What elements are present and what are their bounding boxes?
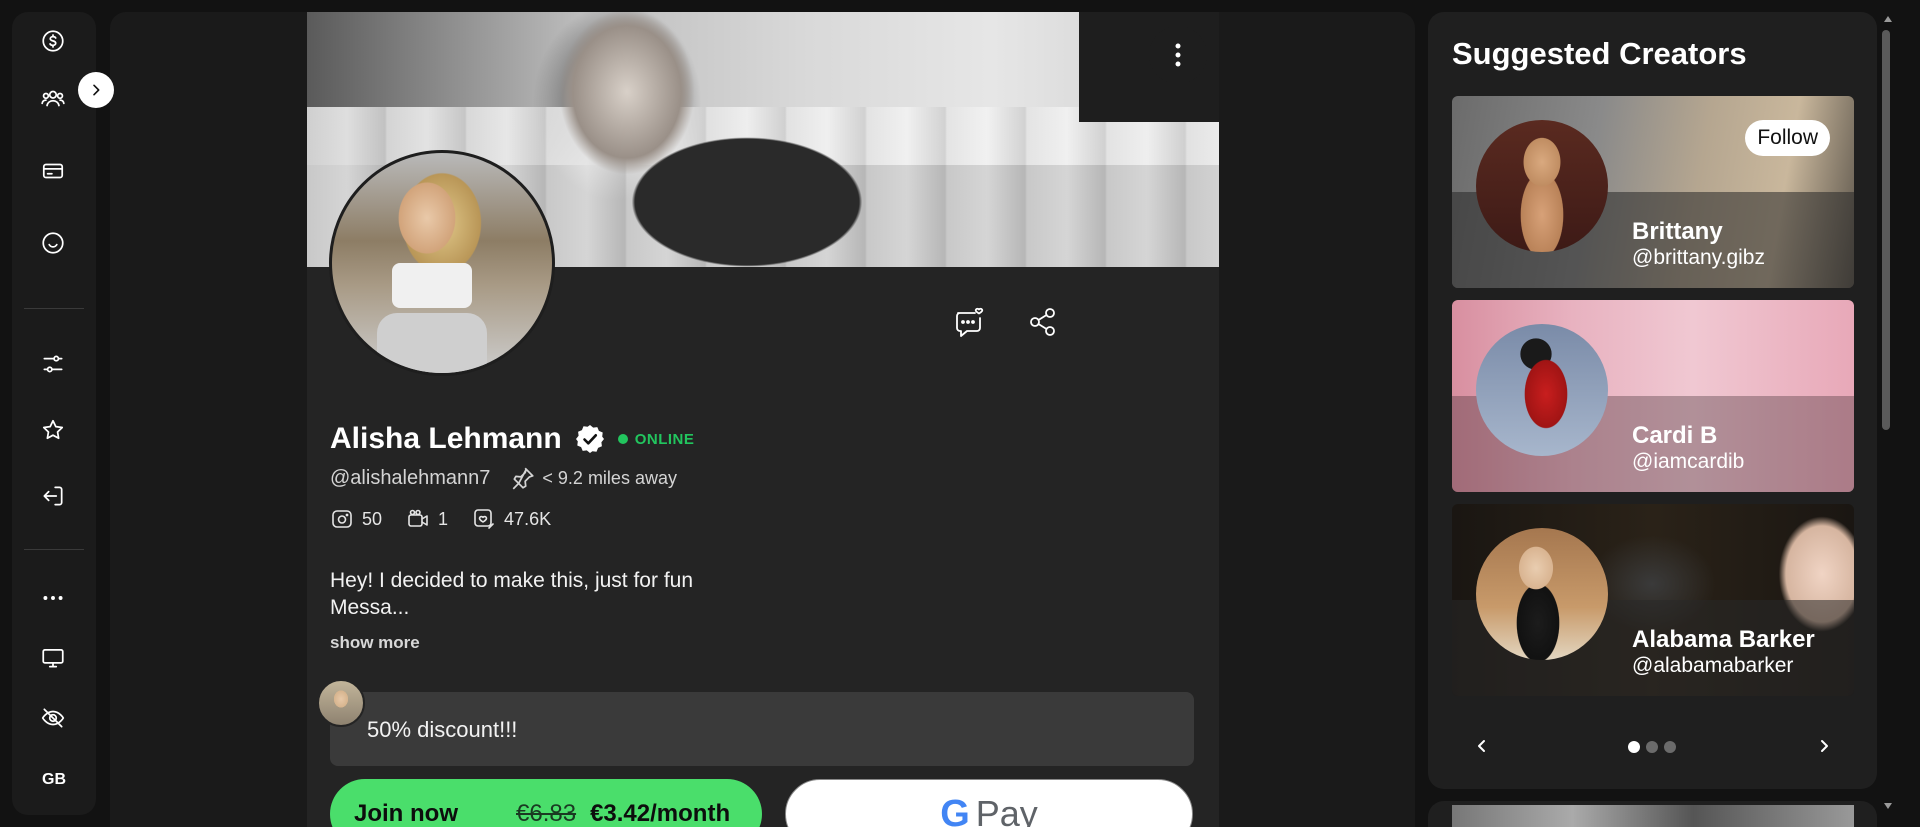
carousel-dot[interactable] <box>1628 741 1640 753</box>
promo-text: 50% discount!!! <box>367 717 518 742</box>
banner-figure <box>507 12 927 267</box>
chevron-left-icon <box>1478 740 1485 752</box>
distance-info: < 9.2 miles away <box>510 465 677 491</box>
suggested-creators-panel: Suggested Creators Follow Brittany @brit… <box>1428 12 1877 789</box>
photo-icon <box>332 510 352 528</box>
card-icon[interactable] <box>38 156 68 186</box>
distance-text: < 9.2 miles away <box>542 467 677 488</box>
profile-column: Alisha Lehmann ONLINE @alishalehmann7 < … <box>307 12 1219 827</box>
profile-stats: 50 1 47.6K <box>330 507 551 531</box>
creator-card-cardi-b[interactable]: Cardi B @iamcardib <box>1452 300 1854 492</box>
creator-avatar <box>1476 120 1608 252</box>
google-g-logo: G <box>940 792 970 827</box>
profile-name-row: Alisha Lehmann ONLINE <box>330 422 694 456</box>
carousel-prev-button[interactable] <box>1470 734 1494 758</box>
creator-avatar <box>1476 324 1608 456</box>
online-label: ONLINE <box>634 430 695 448</box>
online-status: ONLINE <box>617 430 695 448</box>
scrollbar-thumb[interactable] <box>1882 30 1890 430</box>
creator-handle: @brittany.gibz <box>1632 246 1765 269</box>
star-icon[interactable] <box>38 415 68 445</box>
current-price: €3.42/month <box>590 800 731 827</box>
language-selector[interactable]: GB <box>24 771 84 789</box>
bio-line: Messa... <box>330 596 410 619</box>
users-icon[interactable] <box>38 83 68 113</box>
verified-badge-icon <box>575 425 604 453</box>
scroll-up-arrow-icon[interactable] <box>1884 16 1892 22</box>
sidebar-divider <box>24 308 84 309</box>
chevron-right-icon <box>93 84 100 96</box>
online-dot <box>617 434 628 444</box>
avatar-detail <box>377 313 487 373</box>
carousel-next-button[interactable] <box>1812 734 1836 758</box>
profile-handle: @alishalehmann7 <box>330 466 491 489</box>
sidebar-divider <box>24 549 84 550</box>
suggested-title: Suggested Creators <box>1452 36 1747 71</box>
logout-icon[interactable] <box>38 481 68 511</box>
join-label: Join now <box>354 800 458 827</box>
creator-avatar <box>1476 528 1608 660</box>
pay-label: Pay <box>975 793 1038 827</box>
google-pay-button[interactable]: G Pay <box>785 779 1193 827</box>
old-price: €6.83 <box>516 800 577 827</box>
profile-handle-row: @alishalehmann7 < 9.2 miles away <box>330 465 677 491</box>
creator-name: Brittany <box>1632 218 1723 245</box>
expand-sidebar-button[interactable] <box>78 72 114 108</box>
message-button[interactable] <box>949 302 989 342</box>
creator-name: Cardi B <box>1632 422 1718 449</box>
sliders-icon[interactable] <box>38 349 68 379</box>
follow-button[interactable]: Follow <box>1745 120 1830 156</box>
bio-line: Hey! I decided to make this, just for fu… <box>330 569 694 592</box>
main-panel: Alisha Lehmann ONLINE @alishalehmann7 < … <box>110 12 1415 827</box>
carousel-dot[interactable] <box>1646 741 1658 753</box>
heart-image-icon <box>474 509 494 529</box>
pin-icon <box>513 467 535 490</box>
creator-card-alabama-barker[interactable]: Alabama Barker @alabamabarker <box>1452 504 1854 696</box>
likes-stat: 47.6K <box>472 507 551 531</box>
creator-name: Alabama Barker <box>1632 626 1815 653</box>
likes-count: 47.6K <box>504 508 552 529</box>
next-section-image <box>1452 805 1854 827</box>
monitor-icon[interactable] <box>38 643 68 673</box>
share-button[interactable] <box>1023 302 1063 342</box>
carousel-dot[interactable] <box>1664 741 1676 753</box>
avatar-detail <box>392 263 472 308</box>
message-heart-icon <box>956 307 984 337</box>
profile-avatar <box>329 150 555 376</box>
photos-count: 50 <box>362 508 383 529</box>
promo-avatar <box>317 679 365 727</box>
chevron-right-icon <box>1821 740 1828 752</box>
kebab-icon <box>1175 43 1181 67</box>
join-now-button[interactable]: Join now €6.83 €3.42/month <box>330 779 762 827</box>
show-more-link[interactable]: show more <box>330 633 420 653</box>
creator-card-brittany[interactable]: Follow Brittany @brittany.gibz <box>1452 96 1854 288</box>
eye-off-icon[interactable] <box>38 703 68 733</box>
scroll-down-arrow-icon[interactable] <box>1884 803 1892 809</box>
left-sidebar: GB <box>12 12 96 815</box>
profile-bio: Hey! I decided to make this, just for fu… <box>330 567 790 621</box>
smile-icon[interactable] <box>38 228 68 258</box>
more-icon[interactable] <box>38 583 68 613</box>
share-icon <box>1030 308 1055 336</box>
video-icon <box>408 509 428 527</box>
creator-handle: @iamcardib <box>1632 450 1745 473</box>
profile-name: Alisha Lehmann <box>330 422 562 455</box>
videos-count: 1 <box>438 508 449 529</box>
photos-stat: 50 <box>330 507 382 531</box>
creator-handle: @alabamabarker <box>1632 654 1794 677</box>
profile-menu-button[interactable] <box>1149 26 1207 84</box>
dollar-icon[interactable] <box>38 26 68 56</box>
carousel-dots <box>1628 741 1676 753</box>
videos-stat: 1 <box>406 507 448 531</box>
